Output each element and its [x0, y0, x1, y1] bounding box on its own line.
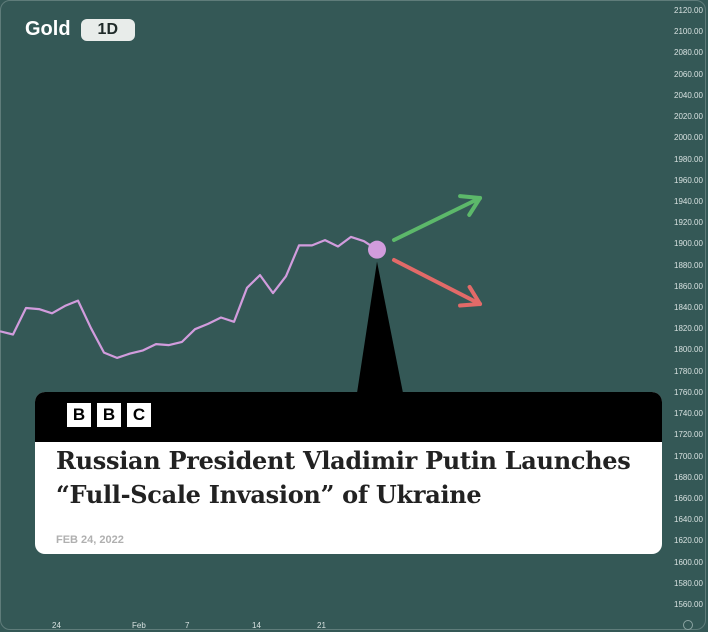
y-tick-label: 1680.00 — [674, 472, 703, 482]
x-tick-label: 21 — [317, 621, 326, 630]
event-point[interactable] — [368, 240, 386, 259]
y-tick-label: 1620.00 — [674, 536, 703, 546]
y-tick-label: 1920.00 — [674, 218, 703, 228]
x-tick-label: Feb — [132, 621, 146, 630]
settings-icon[interactable] — [683, 620, 693, 630]
y-tick-label: 1800.00 — [674, 345, 703, 355]
y-tick-label: 2060.00 — [674, 69, 703, 79]
y-tick-label: 2100.00 — [674, 27, 703, 37]
y-tick-label: 1600.00 — [674, 557, 703, 567]
y-tick-label: 2080.00 — [674, 48, 703, 58]
y-tick-label: 1880.00 — [674, 260, 703, 270]
news-date: FEB 24, 2022 — [56, 534, 124, 546]
y-tick-label: 1960.00 — [674, 175, 703, 185]
y-tick-label: 1840.00 — [674, 303, 703, 312]
y-tick-label: 1820.00 — [674, 324, 703, 334]
y-tick-label: 1740.00 — [674, 409, 703, 419]
y-tick-label: 2020.00 — [674, 112, 703, 122]
logo-letter: B — [67, 403, 91, 427]
price-axis: 2120.00 2100.00 2080.00 2060.00 2040.00 2020.… — [664, 0, 708, 632]
y-tick-label: 1700.00 — [674, 451, 703, 461]
down-arrow-icon — [392, 258, 482, 308]
logo-letter: C — [127, 403, 151, 427]
y-tick-label: 1900.00 — [674, 239, 703, 249]
y-tick-label: 2000.00 — [674, 133, 703, 143]
y-tick-label: 1720.00 — [674, 430, 703, 440]
y-tick-label: 1640.00 — [674, 515, 703, 525]
y-tick-label: 1980.00 — [674, 154, 703, 164]
x-tick-label: 7 — [185, 621, 190, 630]
y-tick-label: 2040.00 — [674, 90, 703, 100]
gold-price-line — [0, 235, 378, 359]
y-tick-label: 1560.00 — [674, 600, 703, 609]
y-tick-label: 1580.00 — [674, 578, 703, 588]
y-tick-label: 1940.00 — [674, 196, 703, 206]
up-arrow-icon — [392, 194, 482, 242]
y-tick-label: 2120.00 — [674, 6, 703, 15]
bbc-logo: B B C — [67, 403, 151, 427]
y-tick-label: 1660.00 — [674, 493, 703, 503]
news-headline: Russian President Vladimir Putin Launche… — [56, 446, 631, 509]
y-tick-label: 1860.00 — [674, 281, 703, 291]
logo-letter: B — [97, 403, 121, 427]
y-tick-label: 1760.00 — [674, 387, 703, 397]
callout-pointer — [357, 261, 403, 393]
x-tick-label: 14 — [252, 621, 261, 630]
news-source-bar: B B C — [35, 392, 662, 442]
y-tick-label: 1780.00 — [674, 366, 703, 376]
x-tick-label: 24 — [52, 621, 61, 630]
news-card[interactable]: B B C Russian President Vladimir Putin L… — [35, 392, 662, 554]
